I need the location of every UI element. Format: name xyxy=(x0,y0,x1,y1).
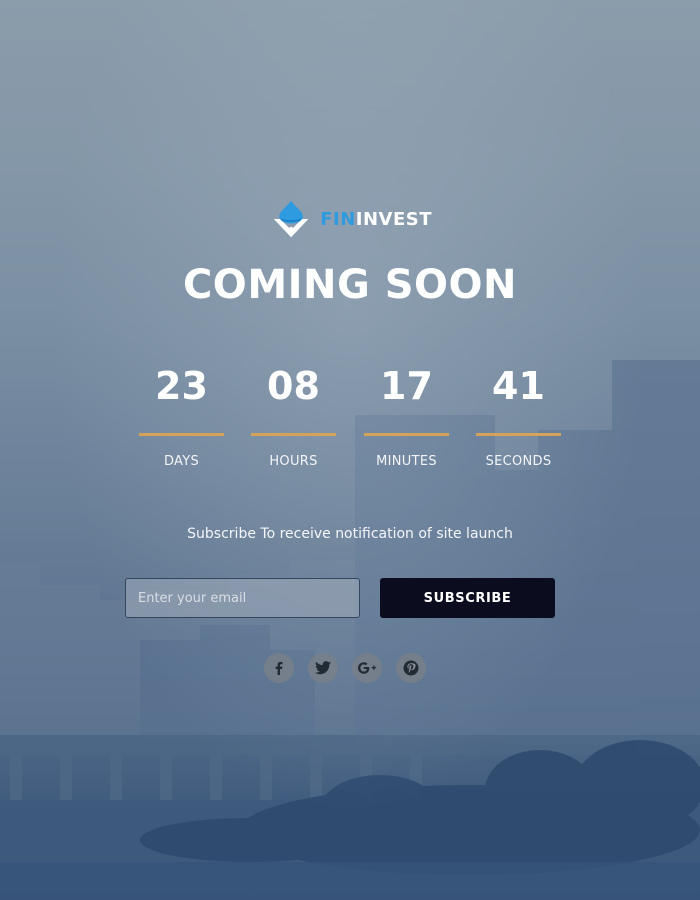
twitter-link[interactable] xyxy=(308,653,338,683)
brand-name-fin: FIN xyxy=(320,208,356,230)
countdown-minutes-value: 17 xyxy=(380,364,433,408)
facebook-link[interactable] xyxy=(264,653,294,683)
pinterest-link[interactable] xyxy=(396,653,426,683)
twitter-icon xyxy=(315,661,331,675)
countdown-minutes-label: MINUTES xyxy=(376,454,437,469)
diamond-drop-logo-icon xyxy=(273,200,309,238)
pinterest-icon xyxy=(403,660,419,676)
subscribe-description: Subscribe To receive notification of sit… xyxy=(187,526,513,542)
countdown-days-label: DAYS xyxy=(163,454,200,469)
coming-soon-page: FININVEST COMING SOON 23 DAYS 08 HOURS 1… xyxy=(0,0,700,900)
brand-name: FININVEST xyxy=(320,209,432,230)
countdown-hours: 08 HOURS xyxy=(251,360,336,469)
countdown-timer: 23 DAYS 08 HOURS 17 MINUTES 41 SECONDS xyxy=(139,360,561,480)
social-links xyxy=(264,653,436,683)
google-plus-link[interactable] xyxy=(352,653,382,683)
countdown-seconds: 41 SECONDS xyxy=(476,360,561,469)
countdown-divider xyxy=(364,433,449,436)
google-plus-icon xyxy=(358,662,376,674)
facebook-icon xyxy=(275,661,283,675)
page-title: COMING SOON xyxy=(182,262,518,308)
subscribe-button[interactable]: SUBSCRIBE xyxy=(380,578,555,618)
countdown-seconds-value: 41 xyxy=(492,364,545,408)
brand-name-invest: INVEST xyxy=(355,208,432,230)
countdown-divider xyxy=(139,433,224,436)
countdown-hours-label: HOURS xyxy=(269,454,318,469)
countdown-days: 23 DAYS xyxy=(139,360,224,469)
countdown-days-value: 23 xyxy=(155,364,208,408)
brand-logo[interactable]: FININVEST xyxy=(272,196,432,242)
countdown-hours-value: 08 xyxy=(267,364,320,408)
countdown-divider xyxy=(476,433,561,436)
countdown-minutes: 17 MINUTES xyxy=(364,360,449,469)
email-input[interactable] xyxy=(125,578,360,618)
countdown-divider xyxy=(251,433,336,436)
countdown-seconds-label: SECONDS xyxy=(485,454,552,469)
